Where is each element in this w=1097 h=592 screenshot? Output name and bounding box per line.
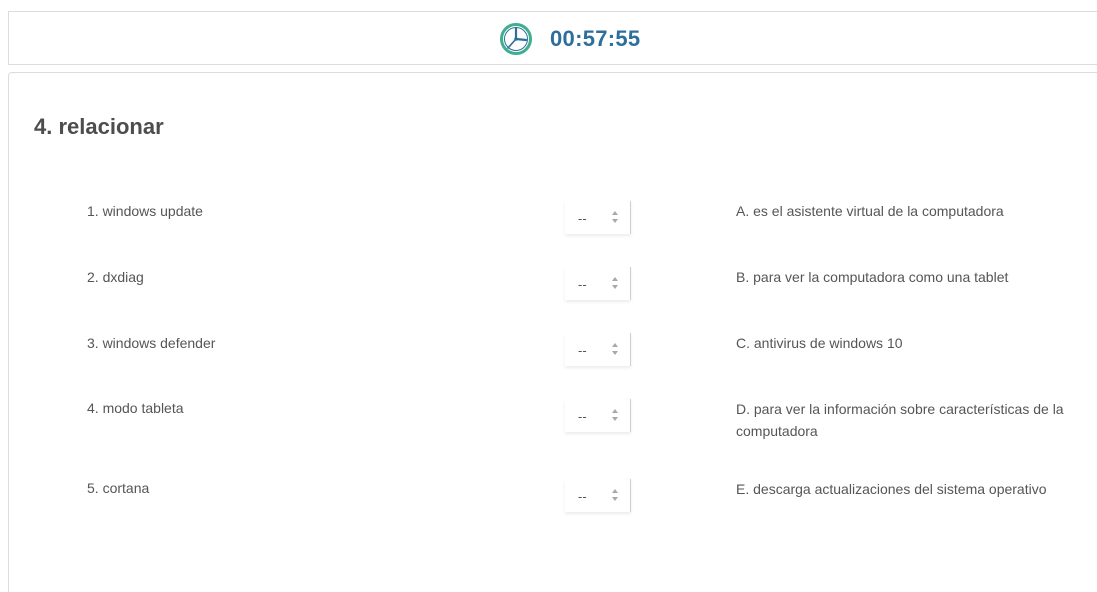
select-arrows-icon [610,406,620,424]
match-item-2: 2. dxdiag [87,269,144,285]
select-arrows-icon [610,340,620,358]
match-select-3[interactable]: -- [565,333,631,366]
match-select-1[interactable]: -- [565,201,631,234]
timer-text: 00:57:55 [550,26,641,51]
match-select-value: -- [578,277,587,292]
match-item-4: 4. modo tableta [87,400,184,416]
match-item-1: 1. windows update [87,203,203,219]
option-d: D. para ver la información sobre caracte… [736,401,1064,439]
timer-bar: 00:57:55 [8,11,1097,65]
option-b: B. para ver la computadora como una tabl… [736,269,1009,285]
match-select-5[interactable]: -- [565,479,631,512]
option-c: C. antivirus de windows 10 [736,335,903,351]
clock-icon [499,22,533,56]
select-arrows-icon [610,208,620,226]
match-select-value: -- [578,489,587,504]
match-select-value: -- [578,343,587,358]
select-arrows-icon [610,274,620,292]
option-a: A. es el asistente virtual de la computa… [736,203,1004,219]
match-select-value: -- [578,409,587,424]
question-title: 4. relacionar [34,114,164,139]
timer: 00:57:55 [499,22,640,56]
match-item-3: 3. windows defender [87,335,216,351]
match-item-5: 5. cortana [87,480,150,496]
match-select-4[interactable]: -- [565,399,631,432]
match-select-value: -- [578,211,587,226]
select-arrows-icon [610,486,620,504]
match-select-2[interactable]: -- [565,267,631,300]
option-e: E. descarga actualizaciones del sistema … [736,481,1047,497]
